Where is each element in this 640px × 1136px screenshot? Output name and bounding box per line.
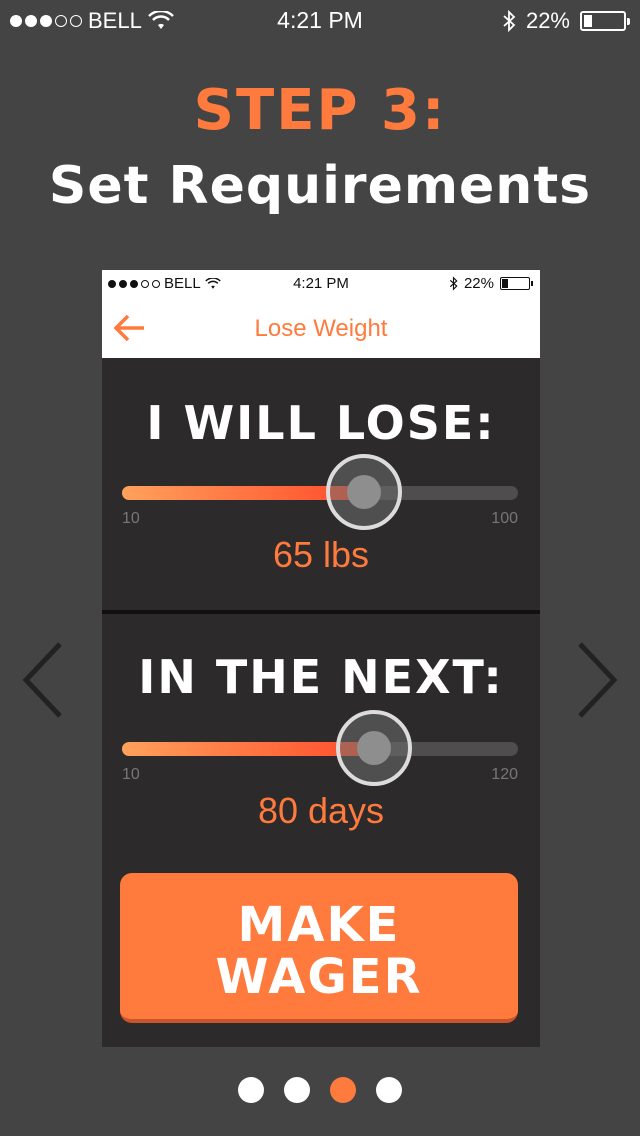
wager-label-line1: MAKE xyxy=(237,897,401,953)
slider-thumb[interactable] xyxy=(326,454,402,530)
battery-icon xyxy=(500,277,533,290)
page-dot[interactable] xyxy=(238,1077,264,1103)
page-dot[interactable] xyxy=(376,1077,402,1103)
weight-value: 65 lbs xyxy=(272,534,370,575)
bluetooth-icon xyxy=(449,276,458,291)
phone-preview: BELL 4:21 PM 22% Lose Weight I WILL LOSE… xyxy=(102,270,540,1047)
battery-percent: 22% xyxy=(525,8,570,33)
page-dot[interactable] xyxy=(284,1077,310,1103)
lose-heading: I WILL LOSE: xyxy=(146,396,496,450)
period-heading: IN THE NEXT: xyxy=(138,650,504,704)
lose-amount-section: I WILL LOSE: 10 100 65 lbs xyxy=(102,358,540,610)
step-label: STEP 3: xyxy=(193,78,447,143)
page-indicator xyxy=(0,1077,640,1103)
page-title: Set Requirements xyxy=(48,156,592,216)
chevron-right-icon[interactable] xyxy=(566,640,626,720)
nav-title: Lose Weight xyxy=(254,315,388,342)
battery-percent: 22% xyxy=(463,275,494,292)
status-right: 22% xyxy=(502,8,630,34)
weight-slider[interactable] xyxy=(122,454,518,530)
slider-thumb[interactable] xyxy=(336,710,412,786)
slider-min-label: 10 xyxy=(122,766,140,783)
chevron-left-icon[interactable] xyxy=(14,640,74,720)
nav-bar: Lose Weight xyxy=(102,298,540,358)
make-wager-button[interactable]: MAKE WAGER xyxy=(120,873,518,1023)
status-bar: BELL 4:21 PM 22% xyxy=(0,0,640,40)
time-period-section: IN THE NEXT: 10 120 80 days xyxy=(102,614,540,874)
page-dot[interactable] xyxy=(330,1077,356,1103)
slider-min-label: 10 xyxy=(122,510,140,527)
slider-max-label: 100 xyxy=(491,510,518,527)
phone-status-bar: BELL 4:21 PM 22% xyxy=(102,270,540,298)
days-value: 80 days xyxy=(257,790,385,831)
slider-max-label: 120 xyxy=(491,766,518,783)
bluetooth-icon xyxy=(503,10,516,32)
days-slider[interactable] xyxy=(122,710,518,786)
battery-icon xyxy=(580,11,630,31)
wager-label-line2: WAGER xyxy=(215,949,423,1005)
